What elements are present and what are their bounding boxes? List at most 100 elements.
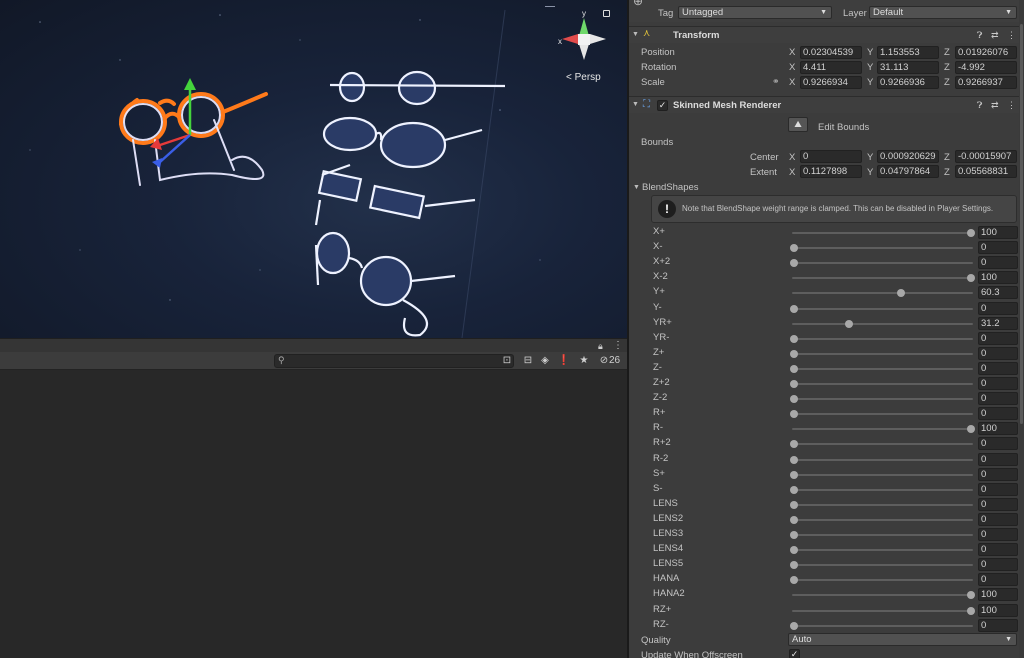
blendshape-slider-track[interactable] [792,413,973,416]
blendshape-slider-thumb[interactable] [790,531,798,539]
perspective-toggle[interactable]: < Persp [566,72,601,83]
component-menu-icon[interactable]: ⋮ [1007,100,1016,111]
blendshape-slider-track[interactable] [792,307,973,310]
blendshape-value-field[interactable]: 100 [978,603,1018,617]
scene-drag-handle[interactable] [545,6,555,7]
scene-view[interactable]: y x < Persp [0,0,627,338]
blendshape-slider-thumb[interactable] [967,606,975,615]
position-y-field[interactable]: 1.153553 [877,46,939,59]
scale-y-field[interactable]: 0.9266936 [877,76,939,89]
blendshape-slider-track[interactable] [792,518,973,521]
position-x-field[interactable]: 0.02304539 [800,46,862,59]
blendshape-slider-track[interactable] [792,443,973,446]
blendshape-value-field[interactable]: 0 [978,452,1018,466]
rotation-x-field[interactable]: 4.411 [800,61,862,74]
position-z-field[interactable]: 0.01926076 [955,46,1017,59]
blendshape-slider-track[interactable] [792,579,973,582]
blendshape-slider-thumb[interactable] [790,561,798,570]
blendshape-value-field[interactable]: 0 [978,618,1018,632]
blendshape-slider-track[interactable] [792,458,973,461]
foldout-arrow-icon[interactable]: ▼ [632,31,639,38]
layer-dropdown[interactable]: Default ▼ [869,6,1017,19]
blendshape-value-field[interactable]: 0 [978,392,1018,406]
skinned-mesh-renderer-header[interactable]: ▼ ⛶ ✓ Skinned Mesh Renderer ❓︎ ⇄ ⋮ [629,96,1022,113]
scene-canvas[interactable] [0,0,627,338]
presets-icon[interactable]: ⇄ [991,100,999,111]
search-by-type-icon[interactable]: ⊡ [500,354,514,368]
panel-menu-icon[interactable]: ⋮ [613,340,623,351]
blendshape-value-field[interactable]: 0 [978,543,1018,557]
blendshape-slider-track[interactable] [792,262,973,265]
blendshape-slider-thumb[interactable] [967,425,975,434]
blendshape-slider-thumb[interactable] [790,304,798,313]
blendshapes-label[interactable]: BlendShapes [642,182,699,193]
quality-dropdown[interactable]: Auto ▼ [788,633,1017,646]
scale-x-field[interactable]: 0.9266934 [800,76,862,89]
blendshape-value-field[interactable]: 0 [978,331,1018,345]
blendshape-slider-thumb[interactable] [790,621,798,630]
extent-y-field[interactable]: 0.04797864 [877,165,939,178]
blendshape-value-field[interactable]: 0 [978,437,1018,451]
blendshape-slider-track[interactable] [792,232,973,234]
bottom-panel-content[interactable] [0,370,627,658]
constrain-proportions-icon[interactable]: ⚭ [772,76,780,87]
blendshape-value-field[interactable]: 60.3 [978,286,1018,300]
favorite-star-icon[interactable]: ★ [577,354,591,368]
blendshape-slider-thumb[interactable] [790,546,798,555]
blendshape-value-field[interactable]: 0 [978,361,1018,375]
blendshape-value-field[interactable]: 31.2 [978,316,1018,330]
blendshape-slider-thumb[interactable] [790,455,798,464]
blendshape-slider-thumb[interactable] [967,274,975,283]
scene-orientation-gizmo[interactable]: y x [556,6,608,68]
blendshape-slider-track[interactable] [792,247,973,250]
blendshape-slider-thumb[interactable] [790,380,798,388]
blendshape-value-field[interactable]: 100 [978,271,1018,285]
blendshape-slider-thumb[interactable] [790,576,798,585]
blendshapes-foldout-icon[interactable]: ▼ [633,184,640,191]
blendshape-slider-thumb[interactable] [967,591,975,600]
blendshape-slider-track[interactable] [792,367,973,370]
extent-x-field[interactable]: 0.1127898 [800,165,862,178]
inspector-scrollbar-thumb[interactable] [1020,24,1023,424]
center-z-field[interactable]: -0.00015907 [955,150,1017,163]
blendshape-slider-track[interactable] [792,594,973,597]
blendshape-slider-thumb[interactable] [790,440,798,449]
blendshape-value-field[interactable]: 0 [978,256,1018,270]
presets-icon[interactable]: ⇄ [991,30,999,41]
blendshape-slider-track[interactable] [792,503,973,506]
warning-filter-icon[interactable]: ❗ [557,354,571,368]
rotation-z-field[interactable]: -4.992 [955,61,1017,74]
blendshape-slider-track[interactable] [792,428,973,431]
blendshape-value-field[interactable]: 0 [978,377,1018,390]
blendshape-slider-thumb[interactable] [790,515,798,524]
tag-dropdown[interactable]: Untagged ▼ [678,6,832,19]
blendshape-value-field[interactable]: 100 [978,226,1018,239]
label-filter-icon[interactable]: ◈ [538,354,552,368]
blendshape-slider-track[interactable] [792,549,973,552]
blendshape-slider-thumb[interactable] [896,289,905,298]
blendshape-value-field[interactable]: 0 [978,241,1018,255]
component-menu-icon[interactable]: ⋮ [1007,30,1016,41]
blendshape-slider-track[interactable] [792,534,973,536]
blendshape-slider-thumb[interactable] [790,259,798,268]
blendshape-slider-thumb[interactable] [845,319,854,328]
center-x-field[interactable]: 0 [800,150,862,163]
blendshape-value-field[interactable]: 100 [978,588,1018,602]
blendshape-slider-thumb[interactable] [967,229,975,237]
blendshape-value-field[interactable]: 0 [978,573,1018,587]
blendshape-value-field[interactable]: 100 [978,422,1018,436]
blendshape-slider-thumb[interactable] [790,500,798,509]
blendshape-value-field[interactable]: 0 [978,528,1018,541]
blendshape-slider-thumb[interactable] [790,349,798,358]
blendshape-value-field[interactable]: 0 [978,512,1018,526]
blendshape-slider-track[interactable] [792,322,973,325]
blendshape-slider-thumb[interactable] [790,410,798,419]
scene-lock-icon[interactable] [603,10,610,17]
help-icon[interactable]: ❓︎ [977,30,982,41]
blendshape-slider-track[interactable] [792,277,973,280]
scale-z-field[interactable]: 0.9266937 [955,76,1017,89]
extent-z-field[interactable]: 0.05568831 [955,165,1017,178]
center-y-field[interactable]: 0.000920629 [877,150,939,163]
blendshape-slider-track[interactable] [792,352,973,355]
blendshape-slider-track[interactable] [792,624,973,627]
